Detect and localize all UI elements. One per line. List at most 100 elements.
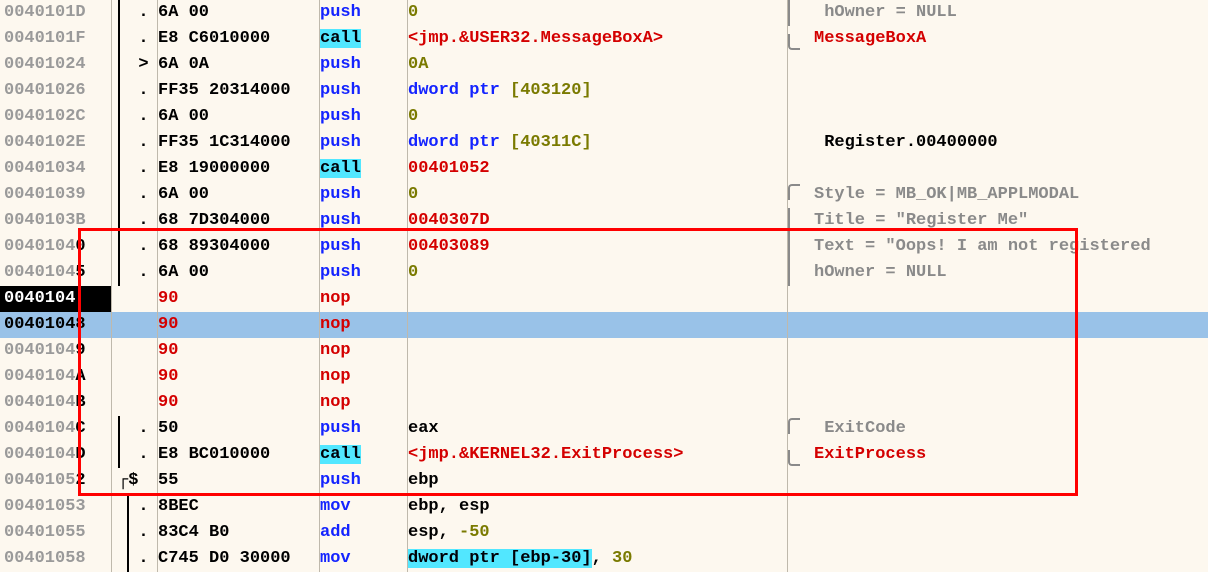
mnemonic-cell[interactable]: push: [320, 416, 408, 442]
mnemonic-cell[interactable]: push: [320, 0, 408, 26]
mnemonic-cell[interactable]: call: [320, 442, 408, 468]
mnemonic-cell[interactable]: push: [320, 234, 408, 260]
hex-cell[interactable]: 6A 00: [158, 260, 320, 286]
disasm-row[interactable]: 00401026 .FF35 20314000pushdword ptr [40…: [0, 78, 1208, 104]
address-cell[interactable]: 0040103B: [0, 208, 112, 234]
operand-cell[interactable]: 0040307D: [408, 208, 788, 234]
hex-cell[interactable]: E8 19000000: [158, 156, 320, 182]
address-cell[interactable]: 0040104B: [0, 390, 112, 416]
operand-cell[interactable]: 0: [408, 182, 788, 208]
disasm-row[interactable]: 00401052┌$55pushebp: [0, 468, 1208, 494]
operand-cell[interactable]: 0: [408, 0, 788, 26]
disasm-row[interactable]: 00401053 .8BECmovebp, esp: [0, 494, 1208, 520]
operand-cell[interactable]: dword ptr [ebp-30], 30: [408, 546, 788, 572]
disasm-row[interactable]: 00401024 >6A 0Apush0A: [0, 52, 1208, 78]
operand-cell[interactable]: <jmp.&USER32.MessageBoxA>: [408, 26, 788, 52]
operand-cell[interactable]: [408, 390, 788, 416]
address-cell[interactable]: 00401048: [0, 312, 112, 338]
mnemonic-cell[interactable]: mov: [320, 494, 408, 520]
address-cell[interactable]: 00401024: [0, 52, 112, 78]
hex-cell[interactable]: 6A 0A: [158, 52, 320, 78]
disasm-row[interactable]: 0040102C .6A 00push0: [0, 104, 1208, 130]
mnemonic-cell[interactable]: nop: [320, 338, 408, 364]
disasm-row[interactable]: 00401040 .68 89304000push00403089Text = …: [0, 234, 1208, 260]
address-cell[interactable]: 0040104D: [0, 442, 112, 468]
hex-cell[interactable]: FF35 1C314000: [158, 130, 320, 156]
disasm-row[interactable]: 00401039 .6A 00push0Style = MB_OK|MB_APP…: [0, 182, 1208, 208]
mnemonic-cell[interactable]: push: [320, 78, 408, 104]
address-cell[interactable]: 00401047: [0, 286, 112, 312]
address-cell[interactable]: 00401026: [0, 78, 112, 104]
operand-cell[interactable]: esp, -50: [408, 520, 788, 546]
disasm-row[interactable]: 00401048 90nop: [0, 312, 1208, 338]
operand-cell[interactable]: [408, 312, 788, 338]
disasm-row[interactable]: 00401047 90nop: [0, 286, 1208, 312]
address-cell[interactable]: 00401055: [0, 520, 112, 546]
disasm-row[interactable]: 0040104C .50pusheax ExitCode: [0, 416, 1208, 442]
operand-cell[interactable]: [408, 286, 788, 312]
mnemonic-cell[interactable]: push: [320, 208, 408, 234]
address-cell[interactable]: 00401039: [0, 182, 112, 208]
address-cell[interactable]: 0040104A: [0, 364, 112, 390]
mnemonic-cell[interactable]: push: [320, 468, 408, 494]
hex-cell[interactable]: 68 7D304000: [158, 208, 320, 234]
address-cell[interactable]: 0040101D: [0, 0, 112, 26]
mnemonic-cell[interactable]: push: [320, 130, 408, 156]
disasm-row[interactable]: 0040101D .6A 00push0 hOwner = NULL: [0, 0, 1208, 26]
address-cell[interactable]: 0040104C: [0, 416, 112, 442]
hex-cell[interactable]: 90: [158, 312, 320, 338]
hex-cell[interactable]: 6A 00: [158, 0, 320, 26]
disasm-row[interactable]: 00401049 90nop: [0, 338, 1208, 364]
disasm-row[interactable]: 0040104B 90nop: [0, 390, 1208, 416]
operand-cell[interactable]: dword ptr [40311C]: [408, 130, 788, 156]
hex-cell[interactable]: 55: [158, 468, 320, 494]
disasm-row[interactable]: 0040104D .E8 BC010000call<jmp.&KERNEL32.…: [0, 442, 1208, 468]
hex-cell[interactable]: 90: [158, 338, 320, 364]
disasm-row[interactable]: 00401034 .E8 19000000call00401052: [0, 156, 1208, 182]
operand-cell[interactable]: [408, 338, 788, 364]
disasm-row[interactable]: 00401055 .83C4 B0addesp, -50: [0, 520, 1208, 546]
operand-cell[interactable]: 00401052: [408, 156, 788, 182]
disassembly-listing[interactable]: 0040101D .6A 00push0 hOwner = NULL004010…: [0, 0, 1208, 572]
operand-cell[interactable]: 0: [408, 104, 788, 130]
address-cell[interactable]: 00401045: [0, 260, 112, 286]
address-cell[interactable]: 00401040: [0, 234, 112, 260]
operand-cell[interactable]: dword ptr [403120]: [408, 78, 788, 104]
mnemonic-cell[interactable]: nop: [320, 312, 408, 338]
hex-cell[interactable]: 6A 00: [158, 182, 320, 208]
address-cell[interactable]: 0040102C: [0, 104, 112, 130]
hex-cell[interactable]: 90: [158, 286, 320, 312]
address-cell[interactable]: 00401058: [0, 546, 112, 572]
hex-cell[interactable]: 68 89304000: [158, 234, 320, 260]
operand-cell[interactable]: <jmp.&KERNEL32.ExitProcess>: [408, 442, 788, 468]
hex-cell[interactable]: E8 BC010000: [158, 442, 320, 468]
operand-cell[interactable]: ebp: [408, 468, 788, 494]
disasm-row[interactable]: 0040104A90nop: [0, 364, 1208, 390]
operand-cell[interactable]: ebp, esp: [408, 494, 788, 520]
mnemonic-cell[interactable]: nop: [320, 286, 408, 312]
hex-cell[interactable]: E8 C6010000: [158, 26, 320, 52]
mnemonic-cell[interactable]: push: [320, 52, 408, 78]
mnemonic-cell[interactable]: call: [320, 156, 408, 182]
hex-cell[interactable]: 83C4 B0: [158, 520, 320, 546]
mnemonic-cell[interactable]: nop: [320, 390, 408, 416]
hex-cell[interactable]: 50: [158, 416, 320, 442]
operand-cell[interactable]: 00403089: [408, 234, 788, 260]
address-cell[interactable]: 0040101F: [0, 26, 112, 52]
mnemonic-cell[interactable]: push: [320, 182, 408, 208]
disasm-row[interactable]: 0040103B .68 7D304000push0040307DTitle =…: [0, 208, 1208, 234]
address-cell[interactable]: 00401049: [0, 338, 112, 364]
mnemonic-cell[interactable]: push: [320, 104, 408, 130]
disasm-row[interactable]: 00401058 .C745 D0 30000movdword ptr [ebp…: [0, 546, 1208, 572]
address-cell[interactable]: 00401034: [0, 156, 112, 182]
hex-cell[interactable]: 6A 00: [158, 104, 320, 130]
hex-cell[interactable]: 90: [158, 364, 320, 390]
hex-cell[interactable]: 90: [158, 390, 320, 416]
address-cell[interactable]: 00401052: [0, 468, 112, 494]
mnemonic-cell[interactable]: push: [320, 260, 408, 286]
operand-cell[interactable]: 0: [408, 260, 788, 286]
disasm-row[interactable]: 00401045 .6A 00push0hOwner = NULL: [0, 260, 1208, 286]
mnemonic-cell[interactable]: mov: [320, 546, 408, 572]
operand-cell[interactable]: 0A: [408, 52, 788, 78]
operand-cell[interactable]: [408, 364, 788, 390]
